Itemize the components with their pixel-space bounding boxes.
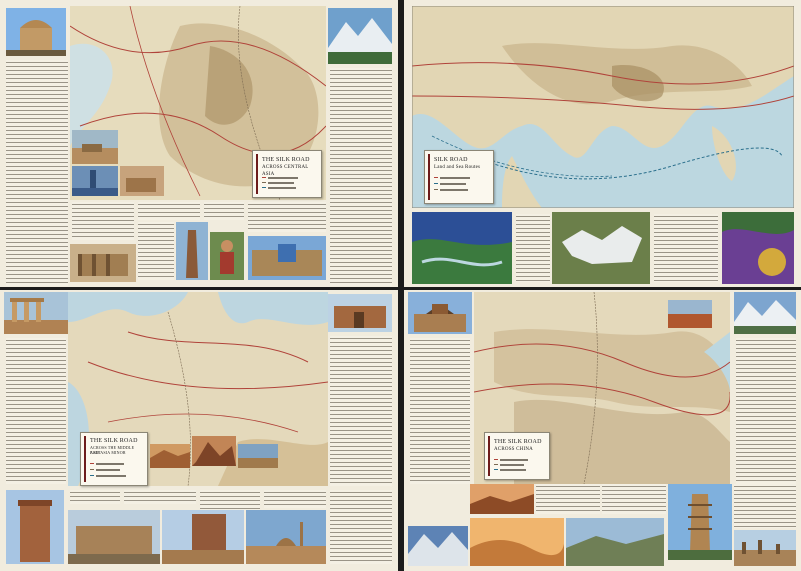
legend-entry <box>500 459 528 461</box>
satellite-caption <box>516 214 550 282</box>
legend-entry <box>500 469 526 471</box>
legend-swatch <box>494 464 498 465</box>
panel-divider <box>0 287 398 290</box>
satellite-image-2 <box>552 212 650 284</box>
central-asia-caption-5 <box>138 222 174 280</box>
legend-swatch <box>434 183 438 184</box>
west-asia-caption-2 <box>124 490 196 504</box>
west-asia-caption-1 <box>70 490 120 504</box>
legend-swatch <box>90 463 94 464</box>
title-accent-bar <box>428 154 430 200</box>
legend-entry <box>500 464 524 466</box>
registan-photo <box>248 236 326 280</box>
china-left-text <box>410 338 470 484</box>
west-asia-caption-4 <box>264 490 326 508</box>
china-right-text <box>736 338 796 484</box>
palmyra-photo <box>4 292 68 334</box>
panel-divider <box>404 287 801 290</box>
west-asia-subtitle-2: AND ASIA MINOR <box>90 450 126 455</box>
central-asia-caption-4 <box>248 202 326 232</box>
satellite-image-3 <box>722 212 794 284</box>
west-asia-caption-3 <box>200 490 260 510</box>
land-sea-subtitle: Land and Sea Routes <box>434 165 481 170</box>
land-sea-title-box: SILK ROAD Land and Sea Routes <box>424 150 494 204</box>
west-asia-title-box: THE SILK ROAD ACROSS THE MIDDLE EAST AND… <box>80 432 148 486</box>
central-asia-left-text <box>6 60 68 286</box>
legend-entry <box>440 177 470 179</box>
satellite-caption-2 <box>654 214 718 282</box>
central-asia-title: THE SILK ROAD <box>262 157 310 163</box>
legend-swatch <box>90 469 94 470</box>
legend-entry <box>268 187 296 189</box>
temple-ruins-photo <box>70 244 136 282</box>
tower-photo <box>176 222 208 280</box>
legend-entry <box>440 183 466 185</box>
central-asia-caption-2 <box>138 202 200 220</box>
fortress-tower-photo <box>6 490 64 564</box>
left-sheet: THE SILK ROAD ACROSS CENTRAL ASIA THE SI… <box>0 0 398 571</box>
west-asia-left-text <box>6 338 66 484</box>
legend-swatch <box>262 187 266 188</box>
city-walls-photo <box>162 510 244 564</box>
central-asia-caption-1 <box>72 202 134 240</box>
fort-gate-photo <box>408 292 472 334</box>
china-title: THE SILK ROAD <box>494 439 542 445</box>
legend-swatch <box>434 177 438 178</box>
grassland-photo <box>566 518 664 566</box>
china-caption-3 <box>734 484 796 528</box>
pagoda-photo <box>668 484 732 560</box>
legend-swatch <box>494 459 498 460</box>
legend-swatch <box>494 469 498 470</box>
land-sea-title: SILK ROAD <box>434 157 468 163</box>
china-title-box: THE SILK ROAD ACROSS CHINA <box>484 432 550 480</box>
title-accent-bar <box>256 154 258 194</box>
snow-peaks-photo <box>734 292 796 334</box>
china-caption-1 <box>536 484 600 514</box>
china-subtitle: ACROSS CHINA <box>494 447 533 452</box>
central-asia-title-box: THE SILK ROAD ACROSS CENTRAL ASIA <box>252 150 322 198</box>
legend-swatch <box>90 475 94 476</box>
legend-entry <box>96 469 120 471</box>
satellite-image-1 <box>412 212 512 284</box>
legend-entry <box>96 463 124 465</box>
title-accent-bar <box>84 436 86 482</box>
west-asia-title: THE SILK ROAD <box>90 438 138 444</box>
oasis-photo <box>238 444 278 468</box>
desert-sunset-photo <box>470 484 534 514</box>
central-asia-subtitle: ACROSS CENTRAL ASIA <box>262 165 309 177</box>
red-landscape-photo <box>668 300 712 328</box>
mausoleum-photo <box>6 8 66 56</box>
legend-swatch <box>262 182 266 183</box>
mosque-photo <box>246 510 326 564</box>
traveler-photo <box>210 232 244 280</box>
central-asia-right-text <box>330 68 392 286</box>
legend-entry <box>268 177 298 179</box>
sand-dunes-photo <box>470 518 564 566</box>
central-asia-caption-3 <box>204 202 244 220</box>
title-accent-bar <box>488 436 490 476</box>
desert-canyon-photo-1 <box>150 444 190 468</box>
right-sheet: SILK ROAD Land and Sea Routes THE SILK R… <box>404 0 801 571</box>
legend-swatch <box>262 177 266 178</box>
ruined-city-photo <box>734 530 796 566</box>
legend-entry <box>440 189 468 191</box>
legend-entry <box>268 182 294 184</box>
legend-entry <box>96 475 126 477</box>
glacier-photo <box>408 526 468 566</box>
china-caption-2 <box>602 484 666 514</box>
caravanserai-photo <box>328 294 392 332</box>
west-asia-bottom-right-text <box>330 490 392 564</box>
mountain-photo <box>328 8 392 64</box>
citadel-photo <box>68 510 160 564</box>
ruins-photo <box>72 130 118 164</box>
desert-city-photo <box>120 166 164 196</box>
desert-canyon-photo-2 <box>192 436 236 466</box>
legend-swatch <box>434 189 438 190</box>
minaret-photo <box>72 166 118 196</box>
west-asia-right-text <box>330 336 392 486</box>
